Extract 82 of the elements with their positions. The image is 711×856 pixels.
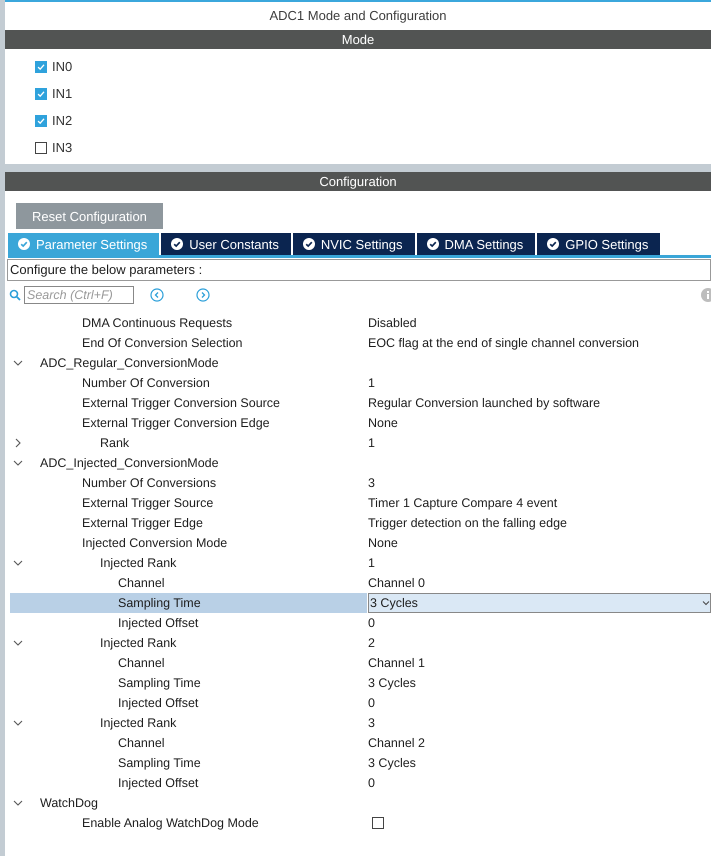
parameter-value: 3 bbox=[368, 476, 375, 490]
checkbox[interactable] bbox=[35, 60, 47, 72]
group-label[interactable]: ADC_Regular_ConversionMode bbox=[40, 356, 219, 370]
parameter-label[interactable]: Channel bbox=[118, 736, 165, 750]
channel-label: IN2 bbox=[52, 113, 72, 128]
parameter-label[interactable]: Sampling Time bbox=[118, 756, 201, 770]
parameter-label[interactable]: Sampling Time bbox=[118, 676, 201, 690]
check-circle-icon bbox=[171, 238, 184, 250]
parameter-value: 2 bbox=[368, 636, 375, 650]
parameter-label[interactable]: Enable Analog WatchDog Mode bbox=[82, 816, 259, 830]
chevron-right-icon[interactable] bbox=[13, 438, 23, 448]
group-label[interactable]: Injected Rank bbox=[100, 716, 176, 730]
parameter-label[interactable]: Number Of Conversions bbox=[82, 476, 216, 490]
checkbox[interactable] bbox=[372, 817, 384, 829]
caret-icon[interactable] bbox=[702, 600, 710, 606]
tab[interactable]: DMA Settings bbox=[416, 233, 536, 255]
parameter-value: Timer 1 Capture Compare 4 event bbox=[368, 496, 558, 510]
tab[interactable]: GPIO Settings bbox=[537, 233, 660, 255]
parameter-label[interactable]: Channel bbox=[118, 656, 165, 670]
parameter-label[interactable]: Sampling Time bbox=[118, 596, 201, 610]
parameter-label[interactable]: External Trigger Conversion Source bbox=[82, 396, 280, 410]
parameter-value: Channel 1 bbox=[368, 656, 425, 670]
check-circle-icon bbox=[18, 238, 30, 250]
parameter-label[interactable]: External Trigger Conversion Edge bbox=[82, 416, 270, 430]
parameter-value: Channel 2 bbox=[368, 736, 425, 750]
mode-header: Mode bbox=[5, 30, 711, 49]
channel-label: IN3 bbox=[52, 140, 72, 155]
parameter-value: Regular Conversion launched by software bbox=[368, 396, 600, 410]
parameter-value: Channel 0 bbox=[368, 576, 425, 590]
parameter-label[interactable]: DMA Continuous Requests bbox=[82, 316, 232, 330]
chevron-down-icon[interactable] bbox=[13, 458, 23, 468]
parameter-value: 1 bbox=[368, 436, 375, 450]
value-dropdown[interactable]: 3 Cycles bbox=[368, 593, 711, 613]
parameter-value: 0 bbox=[368, 776, 375, 790]
parameter-value: Disabled bbox=[368, 316, 417, 330]
checkbox[interactable] bbox=[35, 142, 47, 154]
group-label[interactable]: Rank bbox=[100, 436, 130, 450]
group-label[interactable]: WatchDog bbox=[40, 796, 98, 810]
chevron-down-icon[interactable] bbox=[13, 798, 23, 808]
next-icon[interactable] bbox=[196, 288, 210, 302]
hint-text: Configure the below parameters : bbox=[7, 259, 711, 281]
parameter-value: 3 bbox=[368, 716, 375, 730]
parameter-value: None bbox=[368, 416, 398, 430]
configuration-header: Configuration bbox=[5, 172, 711, 191]
checkbox[interactable] bbox=[35, 114, 47, 126]
tab[interactable]: NVIC Settings bbox=[292, 233, 415, 255]
chevron-down-icon[interactable] bbox=[13, 718, 23, 728]
parameter-value: Trigger detection on the falling edge bbox=[368, 516, 567, 530]
check-circle-icon bbox=[302, 238, 315, 250]
parameter-value: 1 bbox=[368, 376, 375, 390]
parameter-value: None bbox=[368, 536, 398, 550]
parameter-label[interactable]: Channel bbox=[118, 576, 165, 590]
search-field[interactable]: Search (Ctrl+F) bbox=[24, 286, 134, 304]
previous-icon[interactable] bbox=[150, 288, 164, 302]
check-circle-icon bbox=[547, 238, 560, 250]
parameter-label[interactable]: Number Of Conversion bbox=[82, 376, 210, 390]
parameter-label[interactable]: Injected Offset bbox=[118, 776, 198, 790]
parameter-label[interactable]: Injected Conversion Mode bbox=[82, 536, 228, 550]
parameter-value: 3 Cycles bbox=[368, 676, 416, 690]
parameter-value: 0 bbox=[368, 696, 375, 710]
chevron-down-icon[interactable] bbox=[13, 638, 23, 648]
channel-label: IN1 bbox=[52, 86, 72, 101]
parameter-label[interactable]: Injected Offset bbox=[118, 616, 198, 630]
group-label[interactable]: Injected Rank bbox=[100, 636, 176, 650]
chevron-down-icon[interactable] bbox=[13, 558, 23, 568]
checkbox[interactable] bbox=[35, 88, 47, 100]
chevron-down-icon[interactable] bbox=[13, 358, 23, 368]
parameter-label[interactable]: Injected Offset bbox=[118, 696, 198, 710]
window-title: ADC1 Mode and Configuration bbox=[5, 2, 711, 30]
tab[interactable]: User Constants bbox=[161, 233, 291, 255]
parameter-label[interactable]: End Of Conversion Selection bbox=[82, 336, 243, 350]
parameter-value: EOC flag at the end of single channel conversion bbox=[368, 336, 640, 350]
parameter-label[interactable]: External Trigger Source bbox=[82, 496, 214, 510]
channel-label: IN0 bbox=[52, 59, 72, 74]
parameter-label[interactable]: External Trigger Edge bbox=[82, 516, 203, 530]
check-circle-icon bbox=[426, 238, 439, 250]
parameter-value: 1 bbox=[368, 556, 375, 570]
search-icon bbox=[9, 289, 21, 301]
group-label[interactable]: Injected Rank bbox=[100, 556, 176, 570]
parameter-value: 3 Cycles bbox=[368, 756, 416, 770]
parameter-value: 0 bbox=[368, 616, 375, 630]
group-label[interactable]: ADC_Injected_ConversionMode bbox=[40, 456, 219, 470]
